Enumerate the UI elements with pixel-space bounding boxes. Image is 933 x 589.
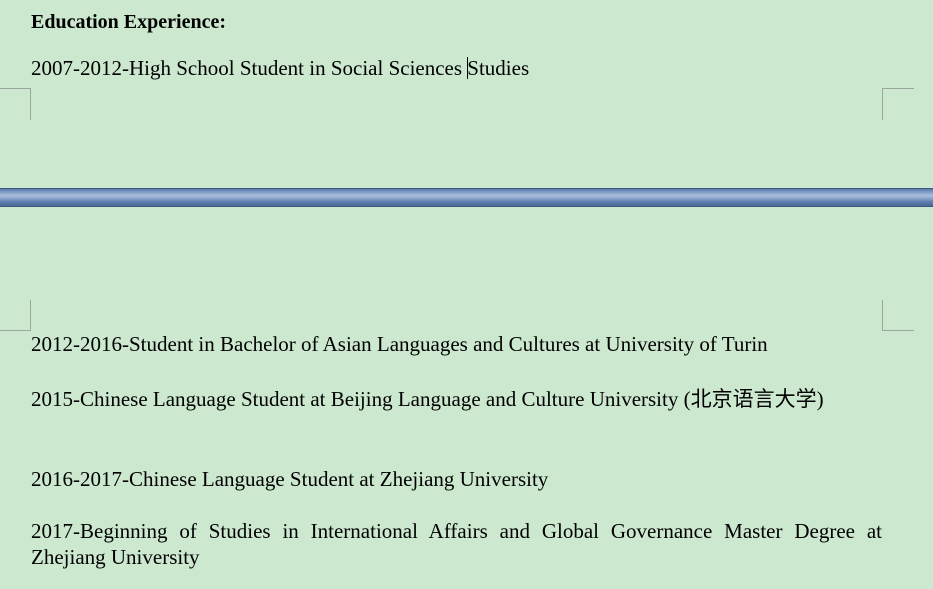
education-entry-5[interactable]: 2017-Beginning of Studies in Internation…: [31, 518, 882, 570]
margin-corner-top-right: [882, 88, 914, 120]
education-entry-3[interactable]: 2015-Chinese Language Student at Beijing…: [31, 386, 882, 412]
education-entry-2[interactable]: 2012-2016-Student in Bachelor of Asian L…: [31, 331, 882, 357]
education-entry-4[interactable]: 2016-2017-Chinese Language Student at Zh…: [31, 466, 882, 492]
education-entry-1-text-end: Studies: [467, 56, 530, 80]
margin-corner-top-left: [0, 88, 31, 120]
section-heading[interactable]: Education Experience:: [31, 9, 882, 35]
margin-corner-top-right-page-2: [882, 300, 914, 331]
education-entry-1-text-start: 2007-2012-High School Student in Social …: [31, 56, 468, 80]
education-entry-1[interactable]: 2007-2012-High School Student in Social …: [31, 55, 882, 81]
page-break-gap: [0, 188, 933, 207]
margin-corner-top-left-page-2: [0, 300, 31, 331]
